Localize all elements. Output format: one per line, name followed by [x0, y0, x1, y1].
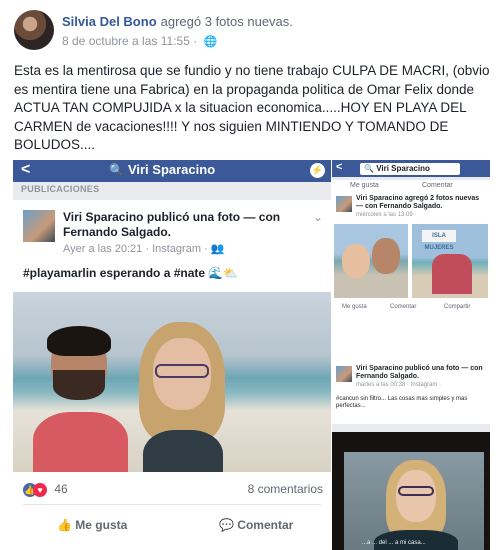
beach-photo [13, 292, 331, 472]
comment-label: Comentar [237, 518, 294, 532]
search-text: Viri Sparacino [127, 162, 216, 177]
card-avatar [336, 196, 352, 212]
tv-photo: ...a ... del ... a mi casa... [332, 432, 490, 550]
card-title: Viri Sparacino publicó una foto — con Fe… [63, 210, 281, 239]
card-avatar [336, 366, 352, 382]
reactions-row: 👍 ♥ 46 8 comentarios [23, 482, 323, 497]
search-icon: 🔍 [109, 163, 124, 177]
search-icon: 🔍 [364, 164, 377, 173]
card-time: martes a las 00:38 · Instagram · [356, 382, 442, 388]
author-name[interactable]: Silvia Del Bono [62, 14, 157, 29]
like-label: Me gusta [75, 518, 128, 532]
section-label: PUBLICACIONES [21, 184, 100, 194]
search-bar: 🔍 Viri Sparacino [109, 162, 309, 179]
post-card: Viri Sparacino publicó una foto — con Fe… [13, 200, 331, 550]
photo-left[interactable]: < 🔍 Viri Sparacino ⚡ PUBLICACIONES Viri S… [13, 160, 331, 550]
tv-caption: ...a ... del ... a mi casa... [362, 540, 426, 546]
mini-comment: Comentar [422, 182, 453, 189]
search-text: Viri Sparacino [376, 164, 430, 173]
like-button: 👍 Me gusta [57, 518, 127, 532]
back-arrow-icon: < [336, 161, 343, 173]
mini-like: Me gusta [350, 182, 379, 189]
post-card: Viri Sparacino publicó una foto — con Fe… [332, 362, 490, 424]
photo-right-bottom[interactable]: Viri Sparacino publicó una foto — con Fe… [332, 362, 490, 550]
facebook-topbar: < 🔍 Viri Sparacino [332, 160, 490, 177]
comment-button: 💬 Comentar [219, 518, 293, 532]
post-action: agregó 3 fotos nuevas. [160, 14, 293, 29]
sign-photo: ISLA MUJERES [412, 224, 488, 298]
comment-count: 8 comentarios [247, 482, 323, 496]
comment-icon: 💬 [219, 518, 238, 532]
meta-separator: · [193, 34, 198, 48]
author-avatar[interactable] [14, 10, 54, 50]
card-time: miércoles a las 13:09 · [356, 212, 417, 218]
author-line: Silvia Del Bono agregó 3 fotos nuevas. [62, 14, 293, 29]
post-meta: 8 de octubre a las 11:55 · 🌐 [62, 34, 217, 48]
photo-right-top[interactable]: < 🔍 Viri Sparacino Me gusta Comentar Vir… [332, 160, 490, 360]
post-text: Esta es la mentirosa que se fundio y no … [14, 63, 490, 152]
friends-icon: 👥 [210, 243, 225, 255]
card-actions: Me gusta Comentar Compartir [332, 302, 490, 316]
thumbs-up-icon: 👍 [57, 518, 76, 532]
card-avatar [23, 210, 55, 242]
post-header: Silvia Del Bono agregó 3 fotos nuevas. 8 … [14, 10, 494, 54]
search-bar: 🔍 Viri Sparacino [360, 163, 460, 175]
messenger-icon: ⚡ [310, 163, 325, 178]
love-reaction-icon: ♥ [33, 483, 47, 497]
post-card: Viri Sparacino agregó 2 fotos nuevas — c… [332, 192, 490, 342]
back-arrow-icon: < [21, 161, 31, 178]
card-title: Viri Sparacino agregó 2 fotos nuevas — c… [356, 195, 480, 210]
card-caption: #playamarlin esperando a #nate 🌊⛅ [23, 266, 239, 280]
comment-label: Comentar [390, 304, 417, 310]
card-actions: 👍 Me gusta 💬 Comentar [13, 514, 331, 538]
card-title: Viri Sparacino publicó una foto — con Fe… [356, 365, 483, 380]
like-label: Me gusta [342, 304, 367, 310]
selfie-photo [334, 224, 408, 298]
reaction-count: 46 [54, 482, 68, 496]
share-label: Compartir [444, 304, 471, 310]
card-divider [23, 504, 321, 505]
tv-screen: ...a ... del ... a mi casa... [344, 452, 484, 550]
sign-text: ISLA MUJERES [422, 230, 456, 251]
post-timestamp[interactable]: 8 de octubre a las 11:55 [62, 34, 190, 48]
card-meta-text: Ayer a las 20:21 · Instagram · [63, 243, 211, 255]
card-text: #cancun sin filtro... Las cosas mas simp… [336, 396, 468, 409]
woman-figure [133, 322, 233, 472]
facebook-topbar: < 🔍 Viri Sparacino ⚡ [13, 160, 331, 182]
man-figure [33, 326, 128, 472]
card-meta: Ayer a las 20:21 · Instagram · 👥 [63, 242, 224, 255]
chevron-down-icon: ⌄ [312, 210, 323, 224]
globe-icon: 🌐 [203, 36, 218, 48]
